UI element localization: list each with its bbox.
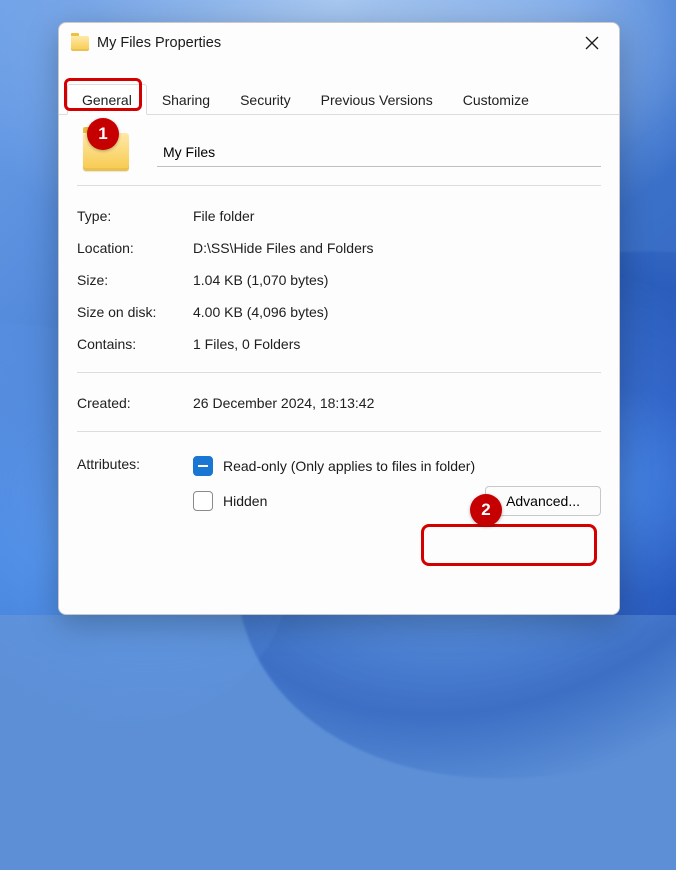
size-on-disk-label: Size on disk: (77, 304, 193, 320)
attributes-label: Attributes: (77, 452, 193, 516)
location-label: Location: (77, 240, 193, 256)
divider (77, 372, 601, 373)
size-on-disk-value: 4.00 KB (4,096 bytes) (193, 304, 328, 320)
close-button[interactable] (569, 27, 615, 59)
location-value: D:\SS\Hide Files and Folders (193, 240, 374, 256)
contains-label: Contains: (77, 336, 193, 352)
readonly-row: Read-only (Only applies to files in fold… (193, 452, 601, 486)
tab-strip: General Sharing Security Previous Versio… (59, 83, 619, 115)
tab-general[interactable]: General (67, 84, 147, 115)
created-label: Created: (77, 395, 193, 411)
type-label: Type: (77, 208, 193, 224)
type-row: Type: File folder (77, 200, 601, 232)
readonly-checkbox[interactable] (193, 456, 213, 476)
divider (77, 185, 601, 186)
contains-value: 1 Files, 0 Folders (193, 336, 300, 352)
hidden-row: Hidden (193, 491, 267, 511)
advanced-button[interactable]: Advanced... (485, 486, 601, 516)
hidden-checkbox[interactable] (193, 491, 213, 511)
location-row: Location: D:\SS\Hide Files and Folders (77, 232, 601, 264)
titlebar[interactable]: My Files Properties (59, 23, 619, 63)
folder-large-icon (83, 133, 129, 171)
size-row: Size: 1.04 KB (1,070 bytes) (77, 264, 601, 296)
properties-dialog: My Files Properties General Sharing Secu… (58, 22, 620, 615)
tab-content: Type: File folder Location: D:\SS\Hide F… (59, 115, 619, 614)
created-row: Created: 26 December 2024, 18:13:42 (77, 387, 601, 419)
size-value: 1.04 KB (1,070 bytes) (193, 272, 328, 288)
created-value: 26 December 2024, 18:13:42 (193, 395, 374, 411)
folder-icon (71, 36, 89, 51)
tab-security[interactable]: Security (225, 84, 306, 115)
tab-previous-versions[interactable]: Previous Versions (306, 84, 448, 115)
size-on-disk-row: Size on disk: 4.00 KB (4,096 bytes) (77, 296, 601, 328)
folder-name-input[interactable] (157, 137, 601, 167)
window-title: My Files Properties (97, 35, 221, 51)
type-value: File folder (193, 208, 254, 224)
close-icon (585, 36, 599, 50)
readonly-label: Read-only (Only applies to files in fold… (223, 458, 475, 474)
tab-customize[interactable]: Customize (448, 84, 544, 115)
contains-row: Contains: 1 Files, 0 Folders (77, 328, 601, 360)
tab-sharing[interactable]: Sharing (147, 84, 225, 115)
size-label: Size: (77, 272, 193, 288)
hidden-label: Hidden (223, 493, 267, 509)
divider (77, 431, 601, 432)
